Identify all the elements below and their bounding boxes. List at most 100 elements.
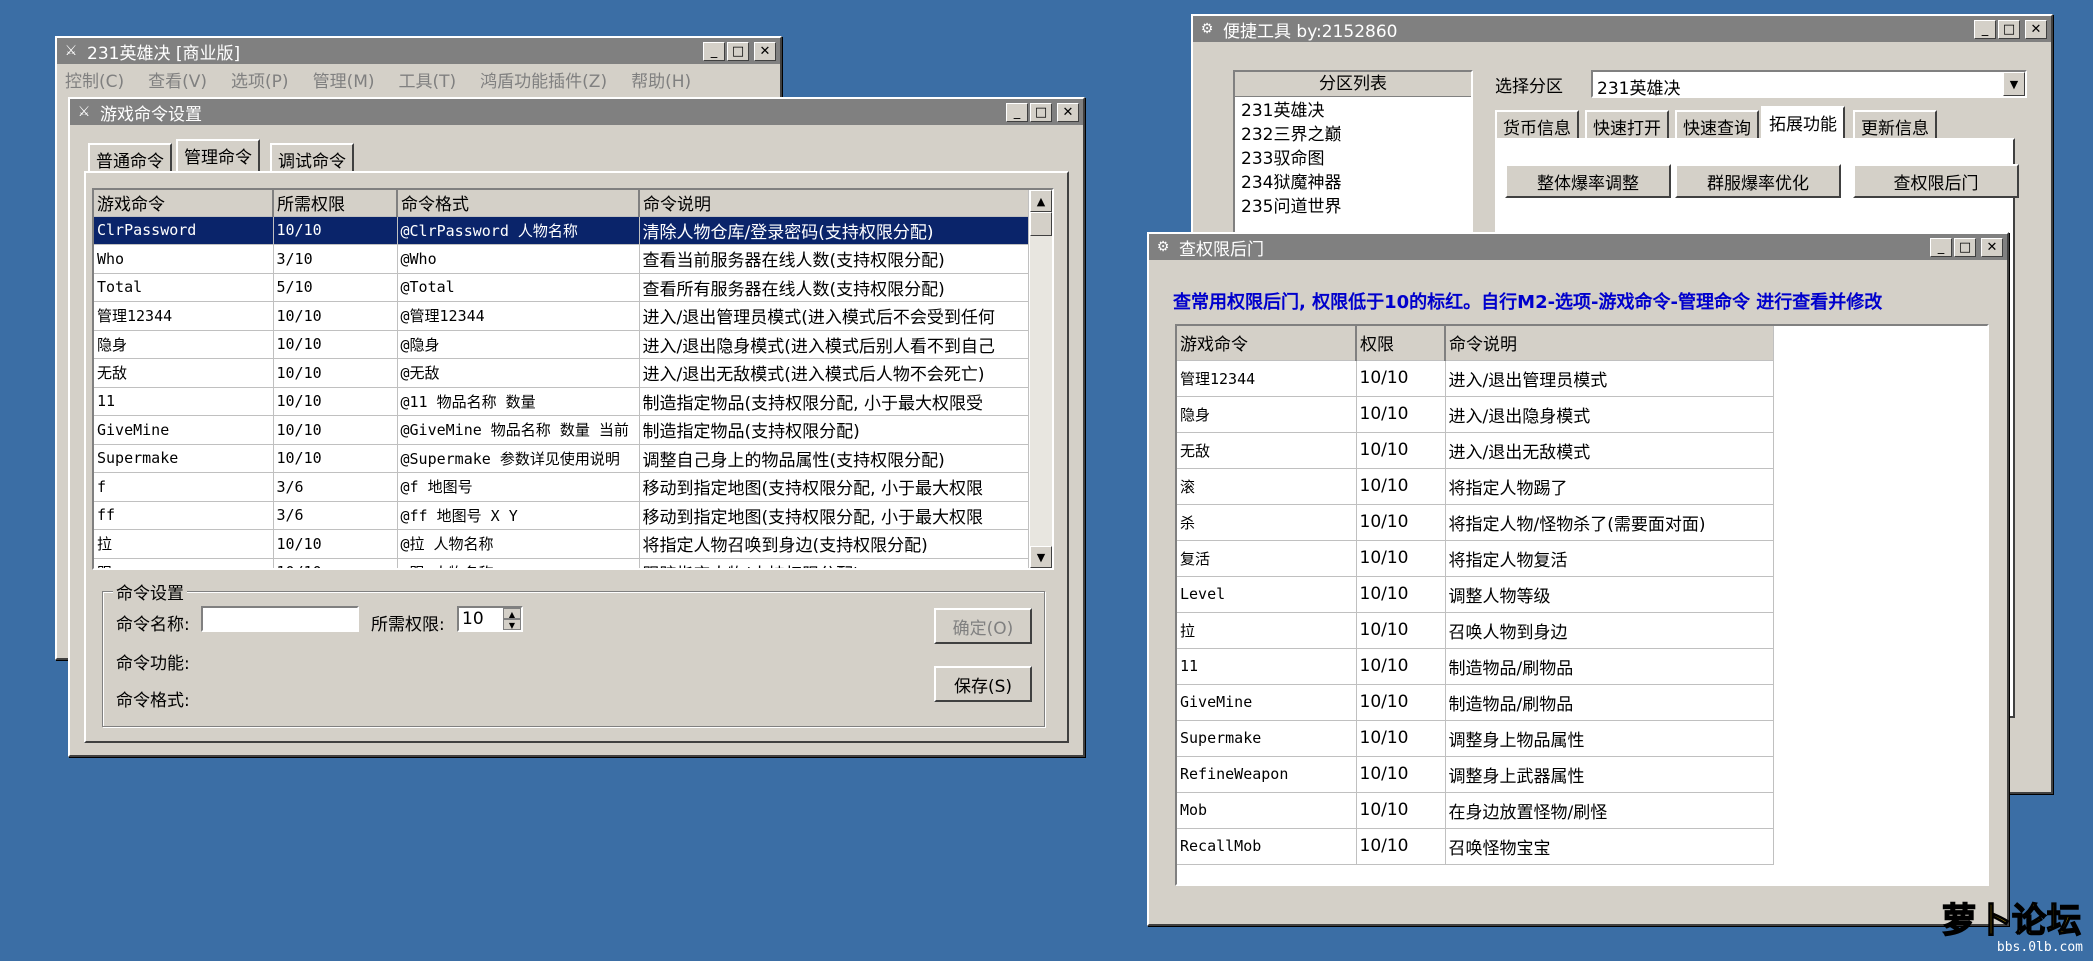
table-row[interactable]: GiveMine 10/10 @GiveMine 物品名称 数量 当前 制造指定物品(…: [94, 415, 1029, 445]
check-backdoor-button[interactable]: 查权限后门: [1853, 164, 2019, 198]
table-row[interactable]: RecallMob 10/10 召唤怪物宝宝: [1177, 828, 1774, 865]
tab-currency-info[interactable]: 货币信息: [1495, 110, 1579, 139]
menu-control[interactable]: 控制(C): [65, 67, 124, 92]
col-header-format[interactable]: 命令格式: [397, 190, 640, 217]
command-list[interactable]: 游戏命令 所需权限 命令格式 命令说明 ClrPassword 10/10 @Clr…: [92, 188, 1054, 570]
minimize-icon[interactable]: _: [1930, 237, 1952, 257]
scroll-thumb[interactable]: [1030, 212, 1052, 236]
overall-droprate-button[interactable]: 整体爆率调整: [1505, 164, 1671, 198]
minimize-icon[interactable]: _: [703, 41, 725, 61]
cmd-dialog-titlebar[interactable]: ⚔ 游戏命令设置 _ □ ✕: [70, 99, 1083, 125]
group-droprate-button[interactable]: 群服爆率优化: [1675, 164, 1841, 198]
tab-update-info[interactable]: 更新信息: [1853, 110, 1937, 139]
permission-spinner[interactable]: 10 ▲ ▼: [457, 606, 523, 632]
save-button[interactable]: 保存(S): [934, 666, 1032, 702]
tab-admin-commands[interactable]: 管理命令: [176, 139, 260, 171]
table-row[interactable]: Total 5/10 @Total 查看所有服务器在线人数(支持权限分配): [94, 273, 1029, 302]
cmd-settings-dialog: ⚔ 游戏命令设置 _ □ ✕ 普通命令 管理命令 调试命令 游戏命令 所需权限 …: [68, 97, 1085, 757]
table-row[interactable]: ff 3/6 @ff 地图号 X Y 移动到指定地图(支持权限分配, 小于最大权限: [94, 501, 1029, 530]
menu-manage[interactable]: 管理(M): [313, 67, 375, 92]
main-window-titlebar[interactable]: ⚔ 231英雄决 [商业版] _ □ ✕: [57, 38, 780, 64]
table-row[interactable]: 无敌 10/10 @无敌 进入/退出无敌模式(进入模式后人物不会死亡): [94, 358, 1029, 388]
table-row[interactable]: Level 10/10 调整人物等级: [1177, 576, 1774, 613]
backdoor-dialog-titlebar[interactable]: ⚙ 查权限后门 _ □ ✕: [1149, 234, 2007, 260]
table-row[interactable]: 管理12344 10/10 @管理12344 进入/退出管理员模式(进入模式后不会受到…: [94, 301, 1029, 331]
partition-item[interactable]: 233驭命图: [1241, 147, 1465, 171]
close-icon[interactable]: ✕: [2025, 19, 2047, 39]
close-icon[interactable]: ✕: [1057, 102, 1079, 122]
table-row[interactable]: Mob 10/10 在身边放置怪物/刷怪: [1177, 792, 1774, 829]
table-row[interactable]: 隐身 10/10 @隐身 进入/退出隐身模式(进入模式后别人看不到自己: [94, 330, 1029, 359]
table-row[interactable]: 滚 10/10 将指定人物踢了: [1177, 468, 1774, 505]
menu-help[interactable]: 帮助(H): [631, 67, 691, 92]
table-row[interactable]: 11 10/10 制造物品/刷物品: [1177, 648, 1774, 685]
table-row[interactable]: 跟10/10@跟 人物名称跟踪指定人物(支持权限分配): [94, 558, 1029, 568]
table-row[interactable]: GiveMine 10/10 制造物品/刷物品: [1177, 684, 1774, 721]
chevron-down-icon[interactable]: ▼: [2003, 72, 2025, 96]
spin-down-icon[interactable]: ▼: [503, 619, 521, 630]
cell-description: 进入/退出管理员模式: [1445, 360, 1774, 397]
col-header-command[interactable]: 游戏命令: [1177, 326, 1357, 361]
table-row[interactable]: Who 3/10 @Who 查看当前服务器在线人数(支持权限分配): [94, 244, 1029, 274]
table-row[interactable]: 复活 10/10 将指定人物复活: [1177, 540, 1774, 577]
table-row[interactable]: ClrPassword 10/10 @ClrPassword 人物名称 清除人物仓库/…: [94, 216, 1029, 245]
minimize-icon[interactable]: _: [1006, 102, 1028, 122]
table-row[interactable]: f 3/6 @f 地图号 移动到指定地图(支持权限分配, 小于最大权限: [94, 472, 1029, 502]
close-icon[interactable]: ✕: [1981, 237, 2003, 257]
cell-command: 拉: [1177, 612, 1357, 649]
minimize-icon[interactable]: _: [1974, 19, 1996, 39]
menu-view[interactable]: 查看(V): [148, 67, 207, 92]
confirm-button[interactable]: 确定(O): [934, 608, 1032, 644]
menu-options[interactable]: 选项(P): [231, 67, 289, 92]
maximize-icon[interactable]: □: [727, 41, 749, 61]
maximize-icon[interactable]: □: [1030, 102, 1052, 122]
cell-command: RefineWeapon: [1177, 756, 1357, 793]
table-row[interactable]: 管理12344 10/10 进入/退出管理员模式: [1177, 360, 1774, 397]
tool-window-titlebar[interactable]: ⚙ 便捷工具 by:2152860 _ □ ✕: [1193, 16, 2051, 42]
col-header-permission[interactable]: 权限: [1356, 326, 1446, 361]
table-row[interactable]: 拉 10/10 召唤人物到身边: [1177, 612, 1774, 649]
table-row[interactable]: 11 10/10 @11 物品名称 数量 制造指定物品(支持权限分配, 小于最大权限受: [94, 387, 1029, 416]
tab-debug-commands[interactable]: 调试命令: [270, 143, 354, 172]
spin-up-icon[interactable]: ▲: [503, 608, 521, 619]
table-row[interactable]: Supermake 10/10 @Supermake 参数详见使用说明 调整自己身上的…: [94, 444, 1029, 473]
table-row[interactable]: Supermake 10/10 调整身上物品属性: [1177, 720, 1774, 757]
col-header-command[interactable]: 游戏命令: [94, 190, 274, 217]
partition-item[interactable]: 232三界之巅: [1241, 123, 1465, 147]
table-row[interactable]: RefineWeapon 10/10 调整身上武器属性: [1177, 756, 1774, 793]
table-row[interactable]: 隐身 10/10 进入/退出隐身模式: [1177, 396, 1774, 433]
command-list-scrollbar[interactable]: ▲ ▼: [1030, 190, 1052, 568]
backdoor-list[interactable]: 游戏命令 权限 命令说明 管理12344 10/10 进入/退出管理员模式 隐身 10/…: [1175, 324, 1989, 886]
cell-description: 将指定人物复活: [1445, 540, 1774, 577]
permission-value: 10: [462, 609, 484, 629]
cell-description: 调整身上物品属性: [1445, 720, 1774, 757]
table-row[interactable]: 无敌 10/10 进入/退出无敌模式: [1177, 432, 1774, 469]
cell-description: 查看当前服务器在线人数(支持权限分配): [639, 244, 1029, 274]
table-row[interactable]: 杀 10/10 将指定人物/怪物杀了(需要面对面): [1177, 504, 1774, 541]
menu-tools[interactable]: 工具(T): [399, 67, 457, 92]
cell-description: 调整身上武器属性: [1445, 756, 1774, 793]
partition-item[interactable]: 234狱魔神器: [1241, 171, 1465, 195]
close-icon[interactable]: ✕: [754, 41, 776, 61]
maximize-icon[interactable]: □: [1998, 19, 2020, 39]
tab-extensions[interactable]: 拓展功能: [1761, 106, 1845, 138]
cell-permission: 10/10: [1356, 648, 1446, 685]
col-header-description[interactable]: 命令说明: [639, 190, 1029, 217]
col-header-permission[interactable]: 所需权限: [273, 190, 398, 217]
tab-quick-query[interactable]: 快速查询: [1675, 110, 1759, 139]
col-header-description[interactable]: 命令说明: [1445, 326, 1774, 361]
menu-plugin[interactable]: 鸿盾功能插件(Z): [480, 67, 607, 92]
partition-item[interactable]: 231英雄决: [1241, 99, 1465, 123]
partition-select[interactable]: 231英雄决 ▼: [1591, 70, 2027, 99]
scroll-up-icon[interactable]: ▲: [1030, 190, 1052, 212]
tab-quick-open[interactable]: 快速打开: [1585, 110, 1669, 139]
partition-item[interactable]: 235问道世界: [1241, 195, 1465, 219]
maximize-icon[interactable]: □: [1954, 237, 1976, 257]
command-name-input[interactable]: [201, 606, 359, 632]
table-row[interactable]: 拉 10/10 @拉 人物名称 将指定人物召唤到身边(支持权限分配): [94, 529, 1029, 559]
partition-list-header[interactable]: 分区列表: [1235, 72, 1471, 97]
scroll-down-icon[interactable]: ▼: [1030, 546, 1052, 568]
cell-description: 将指定人物踢了: [1445, 468, 1774, 505]
tab-normal-commands[interactable]: 普通命令: [88, 143, 172, 172]
cell-permission: 10/10: [273, 216, 398, 245]
